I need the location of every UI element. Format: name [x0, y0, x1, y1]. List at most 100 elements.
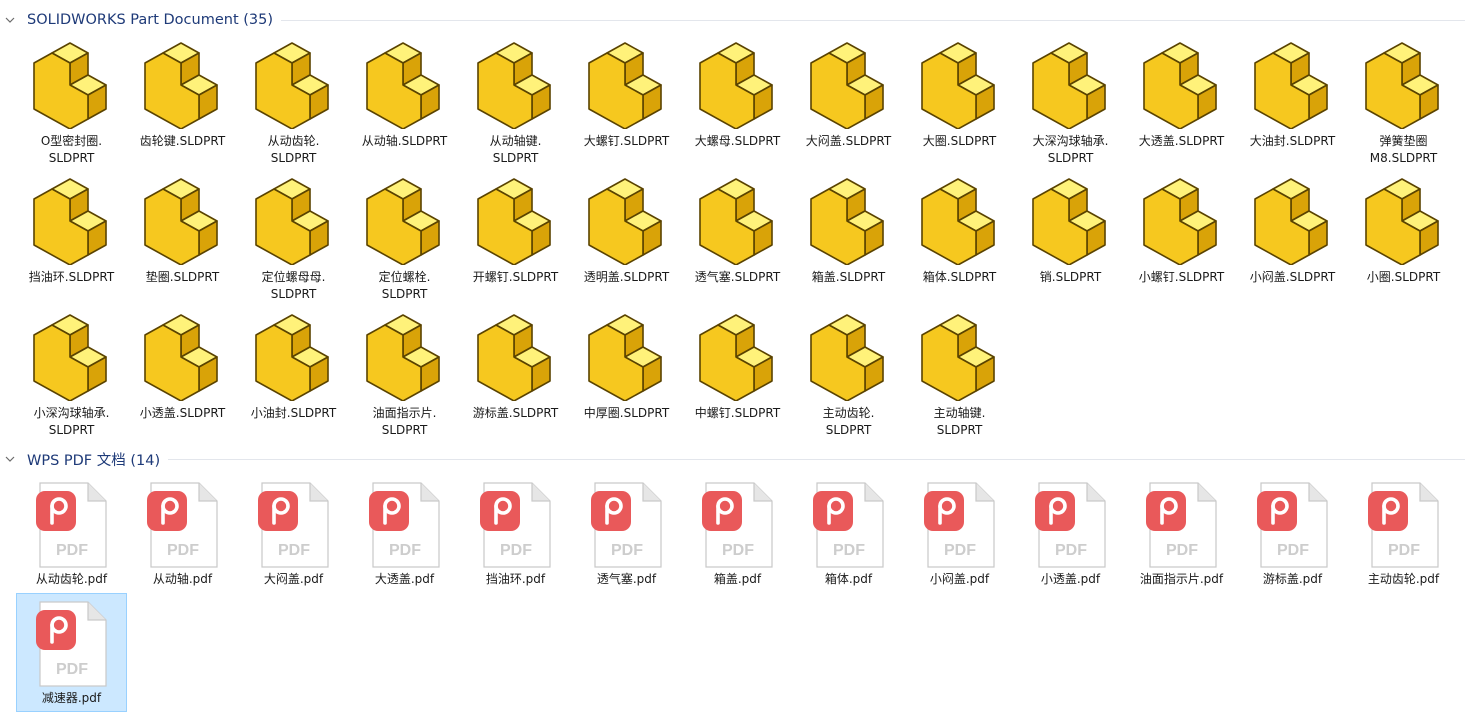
file-name-line-1: 挡油环.pdf — [485, 572, 546, 586]
file-item[interactable]: 透明盖.SLDPRT — [571, 172, 682, 308]
solidworks-part-icon — [1031, 42, 1106, 129]
file-item[interactable]: 挡油环.SLDPRT — [16, 172, 127, 308]
file-name: 油面指示片. SLDPRT — [351, 405, 459, 439]
group-header-pdf[interactable]: WPS PDF 文档 (14) — [0, 449, 1469, 469]
solidworks-part-icon — [920, 314, 995, 401]
file-item[interactable]: O型密封圈. SLDPRT — [16, 36, 127, 172]
file-name-line-1: 弹簧垫圈 — [1379, 134, 1428, 148]
file-name-line-1: 大圈.SLDPRT — [922, 134, 997, 148]
file-item[interactable]: 小螺钉.SLDPRT — [1126, 172, 1237, 308]
file-item[interactable]: 大螺钉.SLDPRT — [571, 36, 682, 172]
file-item[interactable]: 中螺钉.SLDPRT — [682, 308, 793, 444]
file-item[interactable]: 从动齿轮. SLDPRT — [238, 36, 349, 172]
file-item[interactable]: 大透盖.SLDPRT — [1126, 36, 1237, 172]
file-name-line-1: 大闷盖.pdf — [263, 572, 324, 586]
file-name: 中螺钉.SLDPRT — [684, 405, 792, 422]
file-item[interactable]: PDF 小闷盖.pdf — [904, 474, 1015, 593]
pdf-label: PDF — [1166, 542, 1198, 559]
file-grid-solidworks: O型密封圈. SLDPRT 齿轮键.SLDPRT 从动齿轮. SLDPRT 从动轴.SLD… — [16, 36, 1466, 444]
file-item[interactable]: 从动轴.SLDPRT — [349, 36, 460, 172]
file-item[interactable]: 垫圈.SLDPRT — [127, 172, 238, 308]
file-item[interactable]: 齿轮键.SLDPRT — [127, 36, 238, 172]
file-item[interactable]: PDF 挡油环.pdf — [460, 474, 571, 593]
pdf-label: PDF — [1277, 542, 1309, 559]
file-name: 弹簧垫圈 M8.SLDPRT — [1350, 133, 1458, 167]
file-item[interactable]: 弹簧垫圈 M8.SLDPRT — [1348, 36, 1459, 172]
file-item[interactable]: 箱盖.SLDPRT — [793, 172, 904, 308]
file-name: 销.SLDPRT — [1017, 269, 1125, 286]
file-item[interactable]: PDF 从动齿轮.pdf — [16, 474, 127, 593]
file-item[interactable]: 定位螺栓. SLDPRT — [349, 172, 460, 308]
file-item[interactable]: 大圈.SLDPRT — [904, 36, 1015, 172]
wps-pdf-icon: PDF — [257, 482, 329, 568]
file-name-line-2: M8.SLDPRT — [1369, 151, 1438, 165]
file-item[interactable]: 中厚圈.SLDPRT — [571, 308, 682, 444]
file-name: 透气塞.SLDPRT — [684, 269, 792, 286]
file-item[interactable]: PDF 透气塞.pdf — [571, 474, 682, 593]
file-name-line-2: SLDPRT — [270, 151, 317, 165]
file-item[interactable]: 大闷盖.SLDPRT — [793, 36, 904, 172]
file-name-line-1: 大螺钉.SLDPRT — [583, 134, 670, 148]
file-item[interactable]: PDF 主动齿轮.pdf — [1348, 474, 1459, 593]
file-item[interactable]: 箱体.SLDPRT — [904, 172, 1015, 308]
wps-pdf-icon: PDF — [1034, 482, 1106, 568]
file-name-line-2: SLDPRT — [48, 423, 95, 437]
file-name-line-1: 主动齿轮. — [822, 406, 875, 420]
chevron-down-icon[interactable] — [0, 10, 20, 30]
file-name-line-1: 箱盖.SLDPRT — [811, 270, 886, 284]
file-name-line-1: 游标盖.SLDPRT — [472, 406, 559, 420]
solidworks-part-icon — [1364, 178, 1439, 265]
file-item[interactable]: 大油封.SLDPRT — [1237, 36, 1348, 172]
file-name-line-1: 箱体.SLDPRT — [922, 270, 997, 284]
file-name: 小螺钉.SLDPRT — [1128, 269, 1236, 286]
file-name: 小闷盖.pdf — [906, 571, 1014, 588]
file-item[interactable]: 大螺母.SLDPRT — [682, 36, 793, 172]
file-item[interactable]: PDF 小透盖.pdf — [1015, 474, 1126, 593]
file-item[interactable]: 主动轴键. SLDPRT — [904, 308, 1015, 444]
solidworks-part-icon — [365, 178, 440, 265]
solidworks-part-icon — [476, 42, 551, 129]
file-name: 大深沟球轴承. SLDPRT — [1017, 133, 1125, 167]
pdf-label: PDF — [56, 661, 88, 678]
file-item[interactable]: 开螺钉.SLDPRT — [460, 172, 571, 308]
wps-pdf-icon: PDF — [479, 482, 551, 568]
file-item[interactable]: 小闷盖.SLDPRT — [1237, 172, 1348, 308]
file-name-line-2: SLDPRT — [1047, 151, 1094, 165]
file-item[interactable]: PDF 箱体.pdf — [793, 474, 904, 593]
solidworks-part-icon — [920, 42, 995, 129]
solidworks-part-icon — [1364, 42, 1439, 129]
file-item[interactable]: 定位螺母母. SLDPRT — [238, 172, 349, 308]
group-header-solidworks[interactable]: SOLIDWORKS Part Document (35) — [0, 10, 1469, 30]
file-item[interactable]: PDF 从动轴.pdf — [127, 474, 238, 593]
file-name: 大螺钉.SLDPRT — [573, 133, 681, 150]
file-item[interactable]: PDF 减速器.pdf — [16, 593, 127, 712]
file-name-line-1: 油面指示片.pdf — [1139, 572, 1224, 586]
wps-pdf-icon: PDF — [35, 482, 107, 568]
file-item[interactable]: PDF 油面指示片.pdf — [1126, 474, 1237, 593]
group-divider — [281, 19, 1465, 21]
file-item[interactable]: 小透盖.SLDPRT — [127, 308, 238, 444]
file-item[interactable]: 游标盖.SLDPRT — [460, 308, 571, 444]
file-item[interactable]: 油面指示片. SLDPRT — [349, 308, 460, 444]
solidworks-part-icon — [920, 178, 995, 265]
file-item[interactable]: 大深沟球轴承. SLDPRT — [1015, 36, 1126, 172]
file-item[interactable]: 小油封.SLDPRT — [238, 308, 349, 444]
file-name-line-1: 从动齿轮. — [267, 134, 320, 148]
group-title: SOLIDWORKS Part Document (35) — [27, 12, 274, 28]
file-item[interactable]: 主动齿轮. SLDPRT — [793, 308, 904, 444]
file-name: 开螺钉.SLDPRT — [462, 269, 570, 286]
file-item[interactable]: 销.SLDPRT — [1015, 172, 1126, 308]
pdf-label: PDF — [389, 542, 421, 559]
chevron-down-icon[interactable] — [0, 449, 20, 469]
file-item[interactable]: 从动轴键. SLDPRT — [460, 36, 571, 172]
file-item[interactable]: PDF 游标盖.pdf — [1237, 474, 1348, 593]
file-item[interactable]: 透气塞.SLDPRT — [682, 172, 793, 308]
file-item[interactable]: PDF 大闷盖.pdf — [238, 474, 349, 593]
wps-pdf-icon: PDF — [701, 482, 773, 568]
file-name: 从动轴.SLDPRT — [351, 133, 459, 150]
file-item[interactable]: 小圈.SLDPRT — [1348, 172, 1459, 308]
file-item[interactable]: 小深沟球轴承. SLDPRT — [16, 308, 127, 444]
file-item[interactable]: PDF 箱盖.pdf — [682, 474, 793, 593]
file-name-line-1: 开螺钉.SLDPRT — [472, 270, 559, 284]
file-item[interactable]: PDF 大透盖.pdf — [349, 474, 460, 593]
